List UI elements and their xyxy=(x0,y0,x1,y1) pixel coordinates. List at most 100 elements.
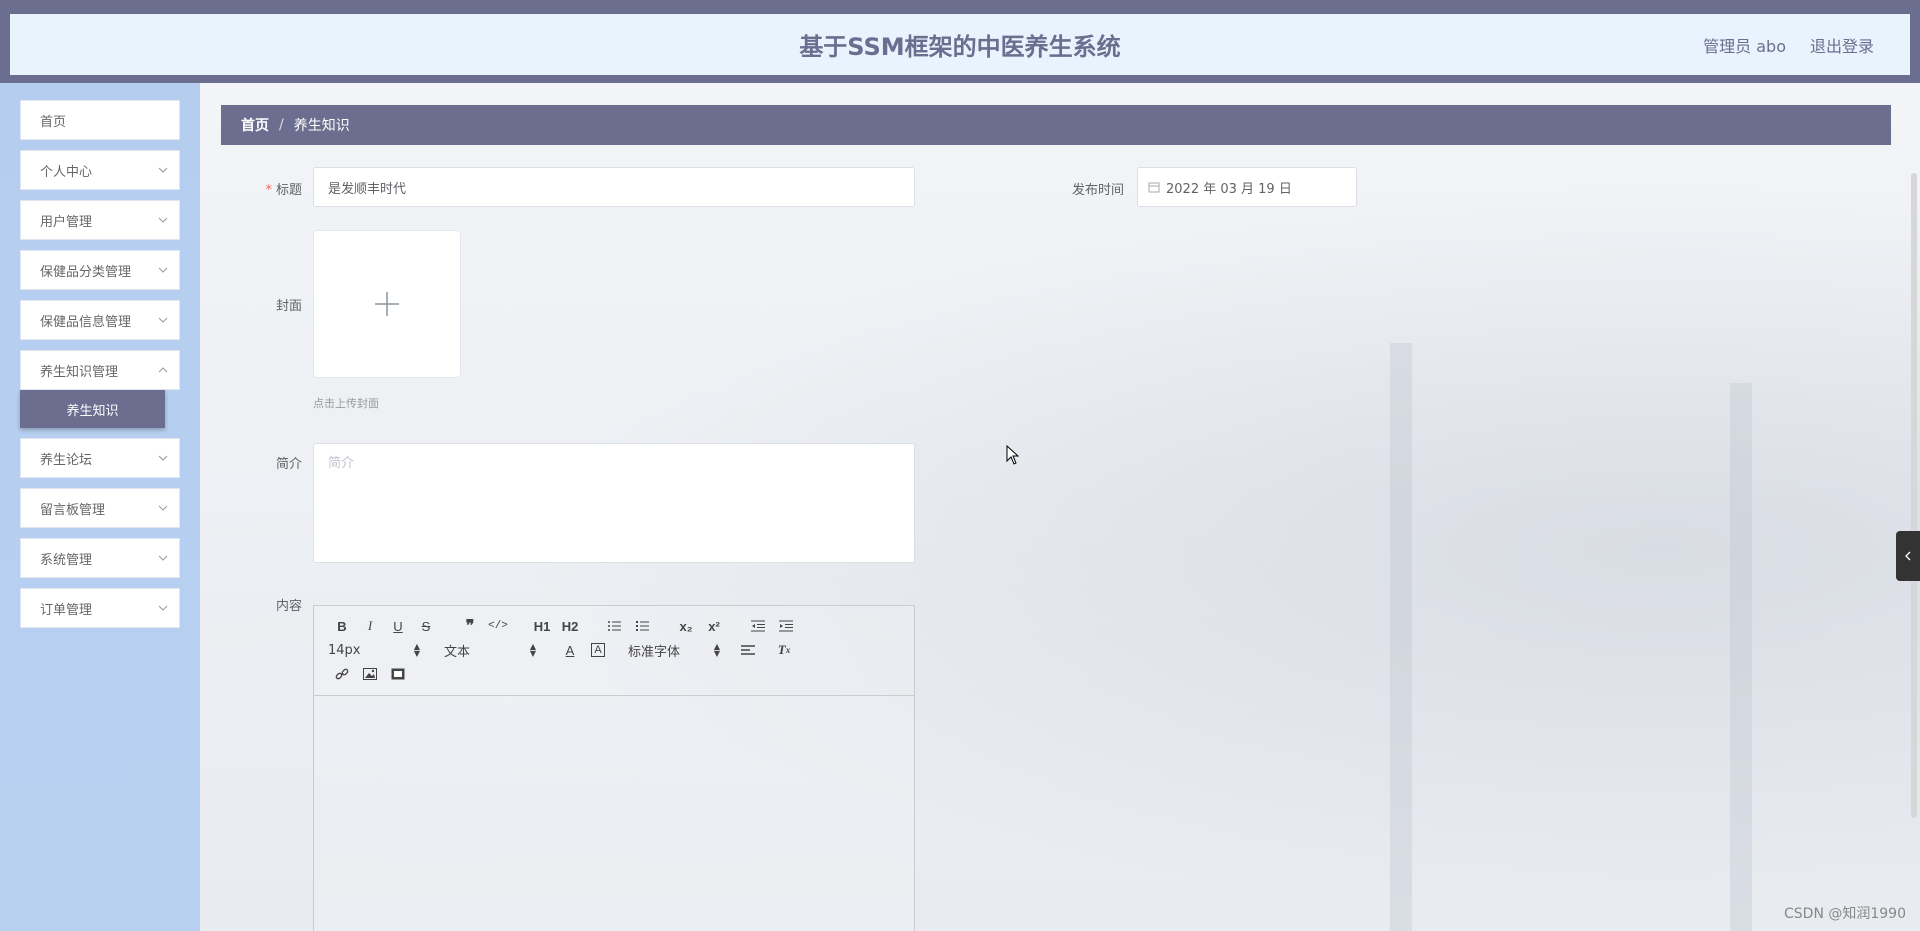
indent-icon[interactable] xyxy=(772,615,800,637)
chevron-down-icon xyxy=(158,555,168,561)
main-content: 首页 / 养生知识 * 标题 是发顺丰时代 发布时间 2022 年 03 月 19… xyxy=(200,83,1920,931)
toolbar-row: B I U S ❞ </> H1 H2 x₂ x² xyxy=(328,614,900,638)
user-label: 管理员 abo xyxy=(1703,36,1786,56)
header-select-value: 文本 xyxy=(444,644,471,660)
breadcrumb: 首页 / 养生知识 xyxy=(221,105,1891,145)
title-label: * 标题 xyxy=(240,179,302,198)
rich-text-editor[interactable]: B I U S ❞ </> H1 H2 x₂ x² 14px ▲ ▼ 文本 ▲ … xyxy=(313,605,915,931)
ordered-list-icon[interactable] xyxy=(600,615,628,637)
align-icon[interactable] xyxy=(734,639,762,661)
sidebar-item-user-management[interactable]: 用户管理 xyxy=(20,200,180,240)
panel-toggle-button[interactable] xyxy=(1896,531,1920,581)
chevron-down-icon xyxy=(158,605,168,611)
video-icon[interactable] xyxy=(384,663,412,685)
intro-placeholder: 简介 xyxy=(328,456,355,471)
sidebar-item-personal-center[interactable]: 个人中心 xyxy=(20,150,180,190)
sidebar-item-forum[interactable]: 养生论坛 xyxy=(20,438,180,478)
cover-upload[interactable] xyxy=(313,230,461,378)
sidebar-item-label: 系统管理 xyxy=(40,552,93,568)
sidebar-item-orders[interactable]: 订单管理 xyxy=(20,588,180,628)
sidebar-item-system[interactable]: 系统管理 xyxy=(20,538,180,578)
bold-icon[interactable]: B xyxy=(328,615,356,637)
sidebar-item-label: 首页 xyxy=(40,114,67,130)
chevron-down-icon xyxy=(158,505,168,511)
breadcrumb-home[interactable]: 首页 xyxy=(241,115,269,135)
font-family-select[interactable]: 标准字体 ▲ ▼ xyxy=(628,639,724,661)
chevron-down-icon xyxy=(158,317,168,323)
title-input[interactable]: 是发顺丰时代 xyxy=(313,167,915,207)
select-arrows-icon: ▲ ▼ xyxy=(529,642,536,658)
strikethrough-icon[interactable]: S xyxy=(412,615,440,637)
select-arrows-icon: ▲ ▼ xyxy=(713,642,720,658)
cover-label: 封面 xyxy=(275,299,302,314)
watermark: CSDN @知润1990 xyxy=(1784,906,1906,922)
logout-button[interactable]: 退出登录 xyxy=(1810,33,1874,57)
underline-icon[interactable]: U xyxy=(384,615,412,637)
outdent-icon[interactable] xyxy=(744,615,772,637)
sidebar-item-label: 个人中心 xyxy=(40,164,93,180)
font-size-select[interactable]: 14px ▲ ▼ xyxy=(328,639,424,661)
toolbar-row: 14px ▲ ▼ 文本 ▲ ▼ A A 标准字体 ▲ ▼ T x xyxy=(328,638,900,662)
header-1-icon[interactable]: H1 xyxy=(528,615,556,637)
chevron-down-icon xyxy=(158,267,168,273)
italic-icon[interactable]: I xyxy=(356,615,384,637)
intro-textarea[interactable]: 简介 xyxy=(313,443,915,563)
font-family-value: 标准字体 xyxy=(628,644,681,660)
sidebar-subitem-knowledge[interactable]: 养生知识 xyxy=(20,390,165,428)
sidebar-item-label: 留言板管理 xyxy=(40,502,106,518)
blockquote-icon[interactable]: ❞ xyxy=(456,615,484,637)
link-icon[interactable] xyxy=(328,663,356,685)
content-label: 内容 xyxy=(275,599,302,614)
sidebar: 首页 个人中心 用户管理 保健品分类管理 保健品信息管理 养生知识管理 养生知识… xyxy=(0,83,200,931)
publish-time-value: 2022 年 03 月 19 日 xyxy=(1166,181,1292,197)
font-size-value: 14px xyxy=(328,642,361,658)
background-color-icon[interactable]: A xyxy=(591,643,605,657)
sidebar-item-label: 保健品分类管理 xyxy=(40,264,132,280)
breadcrumb-separator: / xyxy=(279,117,284,133)
code-block-icon[interactable]: </> xyxy=(484,615,512,637)
sidebar-item-product-info[interactable]: 保健品信息管理 xyxy=(20,300,180,340)
header-inner: 基于SSM框架的中医养生系统 管理员 abo 退出登录 xyxy=(10,14,1910,75)
required-asterisk: * xyxy=(265,183,272,198)
sidebar-item-message-board[interactable]: 留言板管理 xyxy=(20,488,180,528)
sidebar-item-label: 养生知识管理 xyxy=(40,364,119,380)
app-title: 基于SSM框架的中医养生系统 xyxy=(799,33,1121,61)
plus-icon xyxy=(375,292,399,316)
subscript-icon[interactable]: x₂ xyxy=(672,615,700,637)
sidebar-item-product-category[interactable]: 保健品分类管理 xyxy=(20,250,180,290)
scrollbar[interactable] xyxy=(1911,173,1917,818)
sidebar-item-label: 订单管理 xyxy=(40,602,93,618)
breadcrumb-current: 养生知识 xyxy=(293,118,350,134)
select-arrows-icon: ▲ ▼ xyxy=(413,642,420,658)
header-2-icon[interactable]: H2 xyxy=(556,615,584,637)
publish-time-label: 发布时间 xyxy=(1071,183,1124,198)
toolbar-row xyxy=(328,662,900,686)
sidebar-item-label: 保健品信息管理 xyxy=(40,314,132,330)
image-icon[interactable] xyxy=(356,663,384,685)
header: 基于SSM框架的中医养生系统 管理员 abo 退出登录 xyxy=(0,6,1920,83)
text-color-icon[interactable]: A xyxy=(556,639,584,661)
superscript-icon[interactable]: x² xyxy=(700,615,728,637)
title-input-value: 是发顺丰时代 xyxy=(328,181,407,197)
sidebar-item-knowledge-management[interactable]: 养生知识管理 xyxy=(20,350,180,390)
chevron-down-icon xyxy=(158,167,168,173)
editor-toolbar: B I U S ❞ </> H1 H2 x₂ x² 14px ▲ ▼ 文本 ▲ … xyxy=(314,606,914,696)
clear-format-icon[interactable]: Tx xyxy=(770,639,798,661)
sidebar-item-home[interactable]: 首页 xyxy=(20,100,180,140)
sidebar-item-label: 养生论坛 xyxy=(40,452,93,468)
chevron-down-icon xyxy=(158,217,168,223)
mouse-cursor-icon xyxy=(1006,445,1020,465)
header-select[interactable]: 文本 ▲ ▼ xyxy=(444,639,540,661)
sidebar-item-label: 用户管理 xyxy=(40,214,93,230)
chevron-up-icon xyxy=(158,367,168,373)
cover-hint: 点击上传封面 xyxy=(313,397,379,410)
background-decoration xyxy=(1730,383,1752,931)
header-right: 管理员 abo 退出登录 xyxy=(1703,14,1874,75)
chevron-down-icon xyxy=(158,455,168,461)
background-decoration xyxy=(1390,343,1412,931)
calendar-icon xyxy=(1148,182,1160,193)
publish-time-picker[interactable]: 2022 年 03 月 19 日 xyxy=(1137,167,1357,207)
intro-label: 简介 xyxy=(275,457,302,472)
chevron-left-icon xyxy=(1905,551,1911,561)
bullet-list-icon[interactable] xyxy=(628,615,656,637)
